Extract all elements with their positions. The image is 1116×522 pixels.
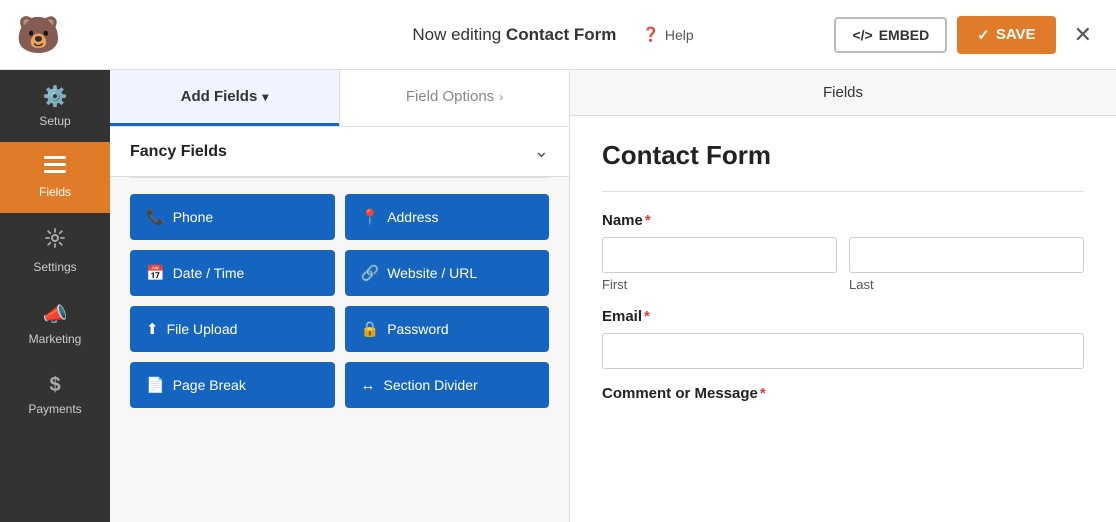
field-btn-sectiondivider[interactable]: ↔ Section Divider bbox=[345, 362, 550, 408]
name-field-label: Name* bbox=[602, 212, 1084, 229]
setup-icon: ⚙️ bbox=[43, 84, 68, 109]
top-bar: 🐻 Now editing Contact Form ❓ Help </> EM… bbox=[0, 0, 1116, 70]
payments-icon: $ bbox=[49, 374, 60, 397]
email-required-star: * bbox=[644, 308, 650, 325]
sidebar-item-label-fields: Fields bbox=[39, 185, 71, 199]
form-name: Contact Form bbox=[506, 25, 617, 44]
field-btn-phone-label: Phone bbox=[173, 209, 213, 225]
right-content: Fields Contact Form Name* First Last Ema… bbox=[570, 70, 1116, 522]
name-last-label: Last bbox=[849, 277, 1084, 292]
tabs-row: Add Fields ▾ Field Options › bbox=[110, 70, 569, 127]
close-button[interactable]: ✕ bbox=[1066, 14, 1100, 56]
middle-panel: Add Fields ▾ Field Options › Fancy Field… bbox=[110, 70, 570, 522]
comment-field-label: Comment or Message* bbox=[602, 385, 1084, 402]
help-label: Help bbox=[665, 27, 694, 43]
sidebar-item-payments[interactable]: $ Payments bbox=[0, 360, 110, 430]
password-icon: 🔒 bbox=[361, 320, 380, 338]
save-label: SAVE bbox=[996, 26, 1036, 43]
sidebar-item-settings[interactable]: Settings bbox=[0, 213, 110, 288]
field-btn-website-label: Website / URL bbox=[387, 265, 477, 281]
tab-field-options-label: Field Options bbox=[406, 88, 494, 105]
form-title: Contact Form bbox=[602, 140, 1084, 171]
fields-grid: 📞 Phone 📍 Address 📅 Date / Time 🔗 Websit… bbox=[110, 178, 569, 424]
tab-field-options[interactable]: Field Options › bbox=[340, 70, 569, 126]
sidebar: ⚙️ Setup Fields Settings 📣 bbox=[0, 70, 110, 522]
field-btn-fileupload-label: File Upload bbox=[167, 321, 238, 337]
phone-icon: 📞 bbox=[146, 208, 165, 226]
name-last-input[interactable] bbox=[849, 237, 1084, 273]
name-sub-labels: First Last bbox=[602, 277, 1084, 292]
field-btn-sectiondivider-label: Section Divider bbox=[384, 377, 478, 393]
field-btn-website[interactable]: 🔗 Website / URL bbox=[345, 250, 550, 296]
logo-icon: 🐻 bbox=[16, 14, 61, 56]
marketing-icon: 📣 bbox=[43, 302, 68, 327]
embed-button[interactable]: </> EMBED bbox=[834, 17, 947, 53]
checkmark-icon: ✓ bbox=[977, 26, 990, 44]
fancy-fields-label: Fancy Fields bbox=[130, 143, 227, 161]
save-button[interactable]: ✓ SAVE bbox=[957, 16, 1055, 54]
main-layout: ⚙️ Setup Fields Settings 📣 bbox=[0, 70, 1116, 522]
fileupload-icon: ⬆ bbox=[146, 320, 159, 338]
field-btn-pagebreak-label: Page Break bbox=[173, 377, 246, 393]
editing-prefix: Now editing bbox=[412, 25, 506, 44]
name-inputs-row bbox=[602, 237, 1084, 273]
fields-tab-header: Fields bbox=[570, 70, 1116, 116]
form-title-divider bbox=[602, 191, 1084, 192]
chevron-right-icon: › bbox=[499, 90, 503, 104]
field-btn-password-label: Password bbox=[387, 321, 448, 337]
email-input[interactable] bbox=[602, 333, 1084, 369]
name-first-input[interactable] bbox=[602, 237, 837, 273]
field-btn-address[interactable]: 📍 Address bbox=[345, 194, 550, 240]
editing-label: Now editing Contact Form bbox=[412, 25, 616, 45]
email-field-label: Email* bbox=[602, 308, 1084, 325]
tab-add-fields[interactable]: Add Fields ▾ bbox=[110, 70, 339, 126]
settings-icon bbox=[44, 227, 66, 255]
fancy-fields-header[interactable]: Fancy Fields ⌄ bbox=[110, 127, 569, 177]
top-bar-center: Now editing Contact Form ❓ Help bbox=[412, 20, 703, 49]
tab-add-fields-label: Add Fields bbox=[181, 88, 258, 105]
embed-icon: </> bbox=[852, 27, 872, 43]
field-btn-datetime-label: Date / Time bbox=[173, 265, 245, 281]
sidebar-item-setup[interactable]: ⚙️ Setup bbox=[0, 70, 110, 142]
sidebar-item-fields[interactable]: Fields bbox=[0, 142, 110, 213]
sidebar-item-label-settings: Settings bbox=[33, 260, 76, 274]
sidebar-item-label-marketing: Marketing bbox=[29, 332, 82, 346]
field-btn-fileupload[interactable]: ⬆ File Upload bbox=[130, 306, 335, 352]
field-btn-password[interactable]: 🔒 Password bbox=[345, 306, 550, 352]
sidebar-item-marketing[interactable]: 📣 Marketing bbox=[0, 288, 110, 360]
datetime-icon: 📅 bbox=[146, 264, 165, 282]
help-button[interactable]: ❓ Help bbox=[632, 20, 703, 49]
form-preview-panel: Contact Form Name* First Last Email* Com… bbox=[570, 116, 1116, 522]
field-btn-phone[interactable]: 📞 Phone bbox=[130, 194, 335, 240]
website-icon: 🔗 bbox=[361, 264, 380, 282]
sidebar-item-label-payments: Payments bbox=[28, 402, 81, 416]
address-icon: 📍 bbox=[361, 208, 380, 226]
chevron-down-icon: ▾ bbox=[262, 90, 268, 104]
help-icon: ❓ bbox=[642, 26, 659, 43]
name-first-label: First bbox=[602, 277, 837, 292]
top-bar-actions: </> EMBED ✓ SAVE ✕ bbox=[834, 14, 1100, 56]
fancy-fields-collapse-icon: ⌄ bbox=[534, 141, 549, 162]
logo-area: 🐻 bbox=[16, 14, 76, 56]
preview-tab-label: Fields bbox=[823, 84, 863, 101]
field-btn-datetime[interactable]: 📅 Date / Time bbox=[130, 250, 335, 296]
field-btn-address-label: Address bbox=[387, 209, 438, 225]
sectiondivider-icon: ↔ bbox=[361, 377, 376, 394]
comment-required-star: * bbox=[760, 385, 766, 402]
fields-icon bbox=[44, 156, 66, 180]
name-required-star: * bbox=[645, 212, 651, 229]
embed-label: EMBED bbox=[879, 27, 930, 43]
field-btn-pagebreak[interactable]: 📄 Page Break bbox=[130, 362, 335, 408]
pagebreak-icon: 📄 bbox=[146, 376, 165, 394]
sidebar-item-label-setup: Setup bbox=[39, 114, 70, 128]
